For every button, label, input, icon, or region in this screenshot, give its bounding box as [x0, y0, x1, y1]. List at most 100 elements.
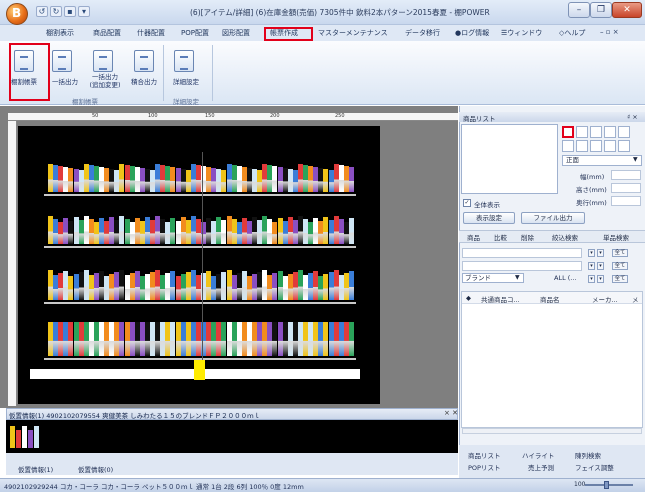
face-grid-cell[interactable] — [562, 140, 574, 152]
face-grid-cell[interactable] — [590, 126, 602, 138]
chevron-down-icon[interactable]: ▾ — [597, 249, 604, 257]
save-icon[interactable]: ▪ — [64, 6, 76, 17]
detail-settings-button[interactable]: 詳細設定 — [168, 76, 204, 86]
tab-search-delete[interactable]: 削除 — [521, 232, 534, 242]
tab-face-adjust[interactable]: フェイス調整 — [575, 462, 614, 472]
column-header-common-code[interactable]: 共通商品コ... — [481, 294, 520, 304]
chevron-down-icon[interactable]: ▼ — [515, 274, 520, 281]
undo-icon[interactable]: ↺ — [36, 6, 48, 17]
tab-search-product[interactable]: 商品 — [467, 232, 480, 242]
shelf-board — [44, 246, 356, 248]
ribbon-group-shelf-report: 棚割帳票 — [72, 98, 98, 106]
chevron-down-icon[interactable]: ▾ — [588, 249, 595, 257]
tab-temp-placement-1[interactable]: 仮置情報(1) — [18, 464, 53, 474]
chevron-down-icon[interactable]: ▾ — [597, 262, 604, 270]
temp-placement-info: 仮置情報(1) 4902102079554 爽健美茶 しみわたる１５のブレンドＦ… — [9, 412, 261, 420]
shelf-board — [44, 302, 356, 304]
horizontal-scrollbar[interactable] — [462, 428, 642, 434]
shelf-product[interactable] — [348, 167, 354, 192]
tab-product-placement[interactable]: 商品配置 — [93, 28, 121, 38]
tab-search-single[interactable]: 単品検索 — [603, 232, 629, 242]
column-header-marker[interactable]: ◆ — [466, 294, 471, 302]
column-header-product-name[interactable]: 商品名 — [540, 294, 560, 304]
tab-shelf-search[interactable]: 陳列検索 — [575, 450, 601, 460]
tab-shape-placement[interactable]: 図形配置 — [222, 28, 250, 38]
height-field — [611, 183, 641, 193]
tab-data-migration[interactable]: データ移行 — [405, 28, 440, 38]
selection-marker[interactable] — [194, 360, 205, 380]
zoom-level: 100 — [574, 481, 586, 488]
tab-sales-forecast[interactable]: 売上予測 — [528, 462, 554, 472]
zoom-slider-thumb[interactable] — [604, 481, 609, 489]
file-output-button[interactable]: ファイル出力 — [521, 212, 585, 224]
temp-placement-strip[interactable] — [6, 420, 458, 453]
temp-product[interactable] — [22, 426, 27, 448]
ruler-tick-label: 250 — [335, 113, 345, 119]
all-button-3[interactable]: 全て — [612, 275, 628, 283]
temp-product[interactable] — [16, 430, 21, 448]
face-grid-cell[interactable] — [618, 126, 630, 138]
tab-highlight[interactable]: ハイライト — [522, 450, 554, 460]
tab-window[interactable]: ☰ウィンドウ — [501, 28, 542, 38]
tab-temp-placement-0[interactable]: 仮置情報(0) — [78, 464, 113, 474]
shelf-product[interactable] — [348, 218, 354, 244]
chevron-down-icon[interactable]: ▾ — [588, 275, 595, 283]
face-select[interactable]: 正面 — [562, 155, 642, 166]
column-header-maker[interactable]: メーカ... — [592, 294, 618, 304]
temp-product[interactable] — [10, 426, 15, 448]
all-select[interactable]: ALL (... — [554, 274, 577, 282]
search-input-2[interactable] — [462, 261, 582, 271]
calc-output-icon[interactable] — [134, 50, 154, 72]
batch-output-button[interactable]: 一括出力 — [50, 76, 80, 86]
tab-search-filter[interactable]: 絞込検索 — [552, 232, 578, 242]
tab-fixture-placement[interactable]: 什器配置 — [137, 28, 165, 38]
temp-product[interactable] — [28, 430, 33, 448]
batch-output-icon[interactable] — [52, 50, 72, 72]
chevron-down-icon[interactable]: ▾ — [588, 262, 595, 270]
face-grid-cell[interactable] — [604, 140, 616, 152]
all-button-2[interactable]: 全て — [612, 262, 628, 270]
tab-help[interactable]: ◇ヘルプ — [559, 28, 585, 38]
tab-master-maintenance[interactable]: マスターメンテナンス — [318, 28, 388, 38]
shelf-product[interactable] — [348, 271, 354, 300]
pin-icon[interactable]: ♯ × — [627, 113, 638, 121]
tab-pop-list[interactable]: POPリスト — [468, 462, 500, 472]
display-settings-button[interactable]: 表示設定 — [463, 212, 515, 224]
chevron-down-icon[interactable]: ▾ — [597, 275, 604, 283]
zoom-slider[interactable] — [585, 484, 633, 486]
show-all-checkbox[interactable]: ✓ — [463, 199, 471, 207]
search-input-1[interactable] — [462, 248, 582, 258]
close-button[interactable]: ✕ — [612, 2, 642, 18]
minimize-button[interactable]: – — [568, 2, 590, 18]
ribbon-window-controls[interactable]: – ▫ × — [600, 28, 619, 36]
tab-shelf-display[interactable]: 棚割表示 — [46, 28, 74, 38]
product-preview — [461, 124, 558, 194]
calc-output-button[interactable]: 積合出力 — [127, 76, 161, 86]
face-grid-cell[interactable] — [576, 126, 588, 138]
all-button-1[interactable]: 全て — [612, 249, 628, 257]
face-grid-cell[interactable] — [576, 140, 588, 152]
tab-log-info[interactable]: ●ログ情報 — [455, 28, 489, 38]
product-list-table[interactable] — [461, 291, 643, 428]
width-label: 幅(mm) — [580, 173, 605, 181]
tab-product-list[interactable]: 商品リスト — [468, 450, 501, 460]
chevron-down-icon[interactable]: ▼ — [633, 156, 638, 163]
temp-product-thumbnails[interactable] — [6, 420, 46, 452]
detail-settings-icon[interactable] — [174, 50, 194, 72]
shelf-product[interactable] — [348, 322, 354, 356]
restore-button[interactable]: ❐ — [590, 2, 612, 18]
temp-product[interactable] — [34, 426, 39, 448]
ruler-tick-label: 50 — [92, 113, 99, 119]
batch-output-append-icon[interactable] — [93, 50, 113, 72]
tab-search-compare[interactable]: 比較 — [494, 232, 507, 242]
batch-output-append-button[interactable]: 一括出力 (追加変更) — [86, 73, 124, 89]
info-panel-close-icon[interactable]: × ✕ — [444, 409, 458, 417]
redo-icon[interactable]: ↻ — [50, 6, 62, 17]
quick-access-dropdown-icon[interactable]: ▾ — [78, 6, 90, 17]
face-grid-cell[interactable] — [590, 140, 602, 152]
face-grid-cell-selected[interactable] — [562, 126, 574, 138]
tab-pop-placement[interactable]: POP配置 — [181, 28, 209, 38]
face-grid-cell[interactable] — [604, 126, 616, 138]
face-grid-cell[interactable] — [618, 140, 630, 152]
column-header-more[interactable]: メ — [632, 294, 639, 304]
